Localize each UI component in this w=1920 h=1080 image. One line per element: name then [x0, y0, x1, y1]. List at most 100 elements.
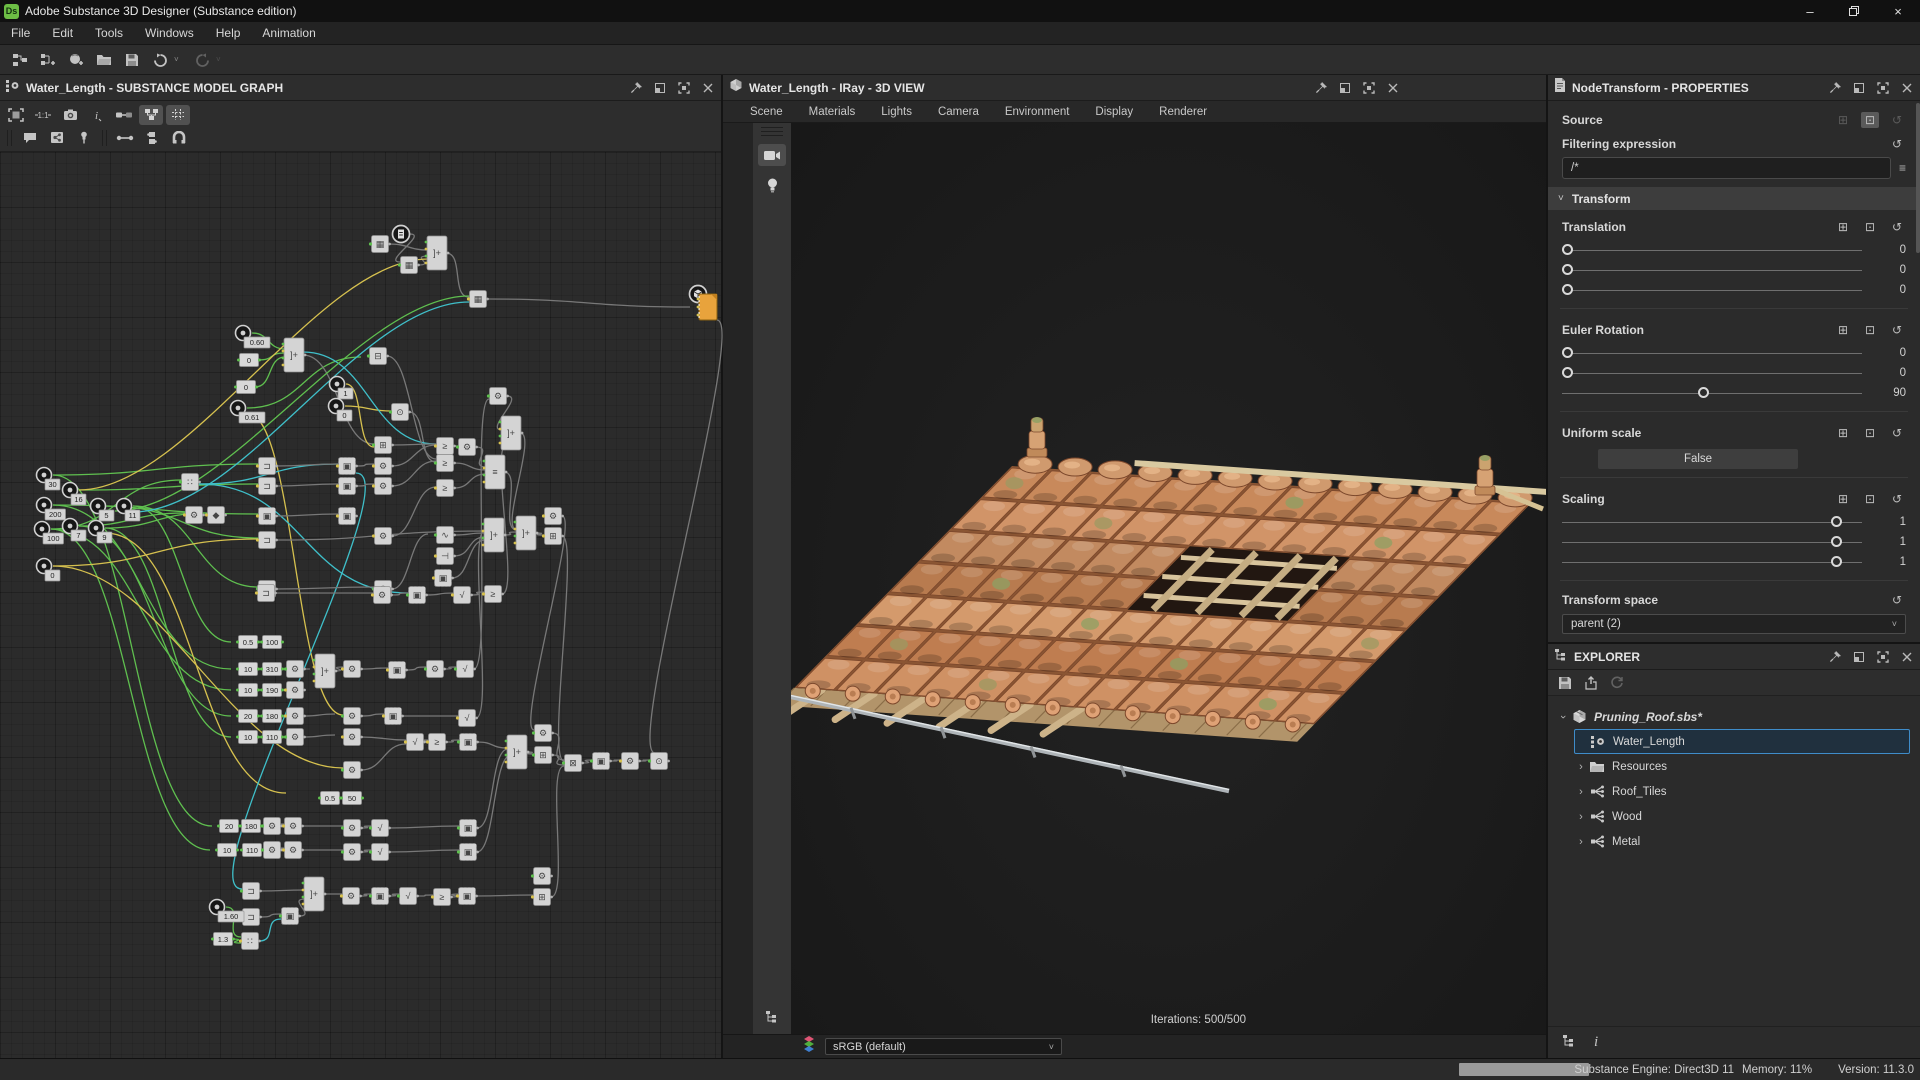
graph-node[interactable]: ▦ [467, 291, 489, 308]
pin-node-button[interactable] [72, 128, 96, 148]
graph-node[interactable]: ▣ [457, 820, 479, 837]
graph-node[interactable]: ⚙ [284, 708, 306, 725]
graph-node[interactable]: 310 [260, 663, 284, 676]
graph-node[interactable]: ⚙ [372, 478, 394, 495]
graph-node[interactable]: ⚙ [424, 661, 446, 678]
reset-button[interactable]: ↺ [1888, 219, 1906, 235]
frame-all-button[interactable] [4, 105, 28, 125]
light-mode-button[interactable] [758, 174, 786, 196]
graph-node[interactable]: 16 [63, 483, 87, 506]
graph-node[interactable]: ▣ [336, 458, 358, 475]
graph-node[interactable]: ▣ [369, 888, 391, 905]
edit-function-button[interactable]: ⊡ [1861, 491, 1879, 507]
graph-node[interactable] [393, 226, 410, 243]
view3d-menu-renderer[interactable]: Renderer [1146, 106, 1220, 118]
transform-space-dropdown[interactable]: parent (2) ˅ [1562, 614, 1906, 634]
slider-knob[interactable] [1562, 244, 1573, 255]
view3d-menu-materials[interactable]: Materials [796, 106, 869, 118]
link-display-button[interactable] [112, 105, 136, 125]
properties-scrollbar[interactable] [1915, 101, 1920, 601]
graph-node[interactable]: 200 [37, 498, 66, 521]
graph-node[interactable]: 100 [260, 636, 284, 649]
tree-item-metal[interactable]: ›Metal [1574, 829, 1920, 854]
slider-track[interactable] [1562, 363, 1862, 383]
graph-node[interactable] [697, 294, 717, 320]
graph-node[interactable]: √ [369, 820, 391, 837]
graph-node[interactable]: ▣ [336, 478, 358, 495]
menu-windows[interactable]: Windows [134, 22, 205, 44]
graph-node[interactable]: √ [369, 844, 391, 861]
graph-node[interactable]: 10 [236, 731, 260, 744]
slider-value[interactable]: 0 [1872, 264, 1906, 276]
slider-knob[interactable] [1831, 556, 1842, 567]
new-graph-icon[interactable] [40, 53, 56, 67]
graph-node[interactable]: ◆ [205, 507, 227, 524]
graph-view-button[interactable] [139, 105, 163, 125]
redo-history-chevron[interactable]: ˅ [216, 55, 226, 64]
slider-knob[interactable] [1831, 516, 1842, 527]
graph-node[interactable]: ▣ [279, 908, 301, 925]
slider-knob[interactable] [1562, 284, 1573, 295]
edit-function-button[interactable]: ⊡ [1861, 112, 1879, 128]
share-node-button[interactable] [45, 128, 69, 148]
graph-node[interactable]: 30 [37, 468, 61, 491]
graph-node[interactable]: ≥ [434, 438, 456, 455]
expose-parameter-button[interactable]: ⊞ [1834, 425, 1852, 441]
caret-right-icon[interactable]: › [1574, 761, 1588, 773]
graph-node[interactable]: 0.5 [318, 792, 342, 805]
graph-node[interactable]: ⚙ [261, 842, 283, 859]
graph-node[interactable]: ]+ [425, 236, 450, 270]
graph-node[interactable]: ]+ [282, 338, 307, 372]
slider-track[interactable] [1562, 260, 1862, 280]
caret-right-icon[interactable]: › [1574, 836, 1588, 848]
graph-node[interactable]: ⊠ [562, 755, 584, 772]
view3d-menu-lights[interactable]: Lights [868, 106, 925, 118]
slider-track[interactable] [1562, 343, 1862, 363]
graph-node[interactable]: ⚙ [456, 439, 478, 456]
screenshot-button[interactable] [58, 105, 82, 125]
minimize-button[interactable]: – [1788, 0, 1832, 22]
graph-node[interactable]: ⚙ [341, 661, 363, 678]
graph-node[interactable]: ]+ [313, 654, 338, 688]
graph-node[interactable]: 20 [236, 710, 260, 723]
uniform-scale-toggle[interactable]: False [1598, 449, 1798, 469]
graph-node[interactable]: 0 [237, 354, 261, 367]
pin-icon[interactable] [1829, 81, 1842, 94]
hierarchy-icon[interactable] [1562, 1034, 1576, 1052]
slider-value[interactable]: 1 [1872, 536, 1906, 548]
slider-track[interactable] [1562, 383, 1862, 403]
node-graph-canvas[interactable]: ▦▦]+▦0.600]+00.6110⊞⊟⊙3016200511100790∷⚙… [0, 152, 721, 1058]
graph-node[interactable]: √ [454, 661, 476, 678]
menu-file[interactable]: File [0, 22, 41, 44]
undo-icon[interactable] [153, 53, 168, 67]
graph-node[interactable]: 10 [236, 684, 260, 697]
graph-node[interactable]: 0.5 [236, 636, 260, 649]
filtering-expression-input[interactable]: /* [1562, 157, 1891, 179]
stack-nodes-button[interactable] [140, 128, 164, 148]
graph-node[interactable]: √ [397, 888, 419, 905]
max-icon[interactable] [1877, 651, 1889, 663]
slider-knob[interactable] [1698, 387, 1709, 398]
restore-button[interactable] [1832, 0, 1876, 22]
graph-node[interactable]: √ [451, 587, 473, 604]
new-mdl-icon[interactable] [68, 53, 84, 67]
slider-knob[interactable] [1562, 367, 1573, 378]
menu-tools[interactable]: Tools [84, 22, 134, 44]
slider-value[interactable]: 0 [1872, 367, 1906, 379]
float-icon[interactable] [1339, 82, 1351, 94]
graph-node[interactable]: ∿ [434, 527, 456, 544]
save-icon[interactable] [1558, 676, 1572, 690]
tree-item-roof_tiles[interactable]: ›Roof_Tiles [1574, 779, 1920, 804]
graph-node[interactable]: 190 [260, 684, 284, 697]
graph-node[interactable]: ⚙ [183, 507, 205, 524]
menu-animation[interactable]: Animation [251, 22, 326, 44]
graph-node[interactable]: ⊣ [434, 548, 456, 565]
close-icon[interactable] [1901, 651, 1913, 663]
undo-history-chevron[interactable]: ˅ [174, 55, 184, 64]
pin-icon[interactable] [1315, 81, 1328, 94]
close-icon[interactable] [702, 82, 714, 94]
graph-node[interactable]: 10 [215, 844, 239, 857]
graph-node[interactable]: 0 [37, 559, 61, 582]
graph-node[interactable]: ▦ [369, 236, 391, 253]
caret-right-icon[interactable]: › [1574, 811, 1588, 823]
